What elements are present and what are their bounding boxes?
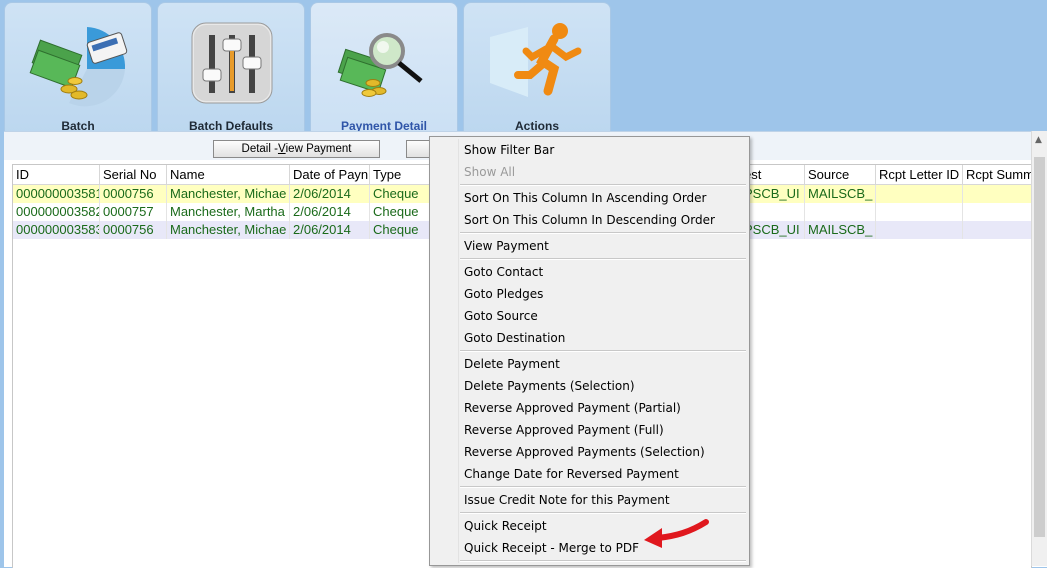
menu-item-show-filter-bar[interactable]: Show Filter Bar <box>464 139 554 161</box>
cell-rcpt-summ <box>963 221 1031 239</box>
menu-separator <box>460 486 746 488</box>
payment-search-icon <box>337 33 423 97</box>
menu-item-delete-payment[interactable]: Delete Payment <box>464 353 560 375</box>
menu-separator <box>460 350 746 352</box>
cell-destination: PSCB_UI <box>744 185 805 203</box>
cell-date: 2/06/2014 <box>290 221 370 239</box>
menu-item-show-all: Show All <box>464 165 516 179</box>
cell-type: Cheque <box>370 185 430 203</box>
cell-source: MAILSCB_ <box>805 221 876 239</box>
menu-separator <box>460 232 746 234</box>
menu-item-view-payment[interactable]: View Payment <box>464 235 549 257</box>
menu-item-sort-on-this-column-in-descending-order[interactable]: Sort On This Column In Descending Order <box>464 209 715 231</box>
cell-type: Cheque <box>370 203 430 221</box>
cell-date: 2/06/2014 <box>290 185 370 203</box>
menu-separator <box>460 184 746 186</box>
cell-rcpt-summ <box>963 203 1031 221</box>
menu-item-goto-pledges[interactable]: Goto Pledges <box>464 283 543 305</box>
cell-id: 000000003583 <box>13 221 100 239</box>
cell-id: 000000003581 <box>13 185 100 203</box>
vertical-scrollbar[interactable]: ▲ <box>1031 131 1047 566</box>
cell-destination <box>744 203 805 221</box>
menu-item-goto-source[interactable]: Goto Source <box>464 305 538 327</box>
running-man-icon <box>490 23 582 97</box>
context-menu: Show Filter Bar Show All Sort On This Colu… <box>429 136 750 566</box>
menu-item-reverse-approved-payment-full[interactable]: Reverse Approved Payment (Full) <box>464 419 664 441</box>
cell-id: 000000003582 <box>13 203 100 221</box>
button-label-accelerator: V <box>277 143 286 155</box>
column-header-source[interactable]: Source <box>805 165 876 184</box>
cell-rcpt-summ <box>963 185 1031 203</box>
tab-batch[interactable]: Batch <box>4 2 152 133</box>
menu-item-issue-credit-note-for-this-payment[interactable]: Issue Credit Note for this Payment <box>464 489 670 511</box>
menu-item-delete-payments-selection[interactable]: Delete Payments (Selection) <box>464 375 635 397</box>
sliders-icon <box>191 22 273 104</box>
cell-rcpt-letter-id <box>876 185 963 203</box>
menu-item-sort-on-this-column-in-ascending-order[interactable]: Sort On This Column In Ascending Order <box>464 187 706 209</box>
column-header-id[interactable]: ID <box>13 165 100 184</box>
cell-serial: 0000757 <box>100 203 167 221</box>
cell-destination: PSCB_UI <box>744 221 805 239</box>
menu-gutter <box>458 139 459 563</box>
scroll-up-icon[interactable]: ▲ <box>1035 135 1042 145</box>
detail-view-payment-button[interactable]: Detail - View Payment <box>213 140 380 158</box>
menu-item-quick-receipt[interactable]: Quick Receipt <box>464 515 547 537</box>
button-label-prefix: Detail - <box>241 143 278 155</box>
cell-rcpt-letter-id <box>876 221 963 239</box>
menu-separator <box>460 560 746 562</box>
batch-icon <box>29 27 128 107</box>
cell-type: Cheque <box>370 221 430 239</box>
cell-serial: 0000756 <box>100 221 167 239</box>
scrollbar-thumb[interactable] <box>1034 157 1045 537</box>
ribbon-tab-bar: Batch Batch Defaults Payment Detail Acti… <box>0 0 1047 133</box>
column-header-serial-no[interactable]: Serial No <box>100 165 167 184</box>
cell-name: Manchester, Martha <box>167 203 290 221</box>
column-header-rcpt-summ[interactable]: Rcpt Summ <box>963 165 1031 184</box>
tab-payment-detail[interactable]: Payment Detail <box>310 2 458 133</box>
cell-date: 2/06/2014 <box>290 203 370 221</box>
column-header-date[interactable]: Date of Payn <box>290 165 370 184</box>
column-header-destination[interactable]: est <box>744 165 805 184</box>
red-arrow-annotation <box>644 519 709 548</box>
cell-source <box>805 203 876 221</box>
tab-batch-defaults[interactable]: Batch Defaults <box>157 2 305 133</box>
menu-item-reverse-approved-payments-selection[interactable]: Reverse Approved Payments (Selection) <box>464 441 705 463</box>
cell-name: Manchester, Michae <box>167 185 290 203</box>
cell-serial: 0000756 <box>100 185 167 203</box>
menu-separator <box>460 258 746 260</box>
column-header-type[interactable]: Type <box>370 165 430 184</box>
cell-rcpt-letter-id <box>876 203 963 221</box>
menu-item-reverse-approved-payment-partial[interactable]: Reverse Approved Payment (Partial) <box>464 397 681 419</box>
menu-separator <box>460 512 746 514</box>
menu-item-goto-destination[interactable]: Goto Destination <box>464 327 565 349</box>
cell-name: Manchester, Michae <box>167 221 290 239</box>
cell-source: MAILSCB_ <box>805 185 876 203</box>
tab-actions[interactable]: Actions <box>463 2 611 133</box>
column-header-name[interactable]: Name <box>167 165 290 184</box>
column-header-rcpt-letter-id[interactable]: Rcpt Letter ID <box>876 165 963 184</box>
button-label-rest: iew Payment <box>285 143 352 155</box>
menu-item-quick-receipt-merge-to-pdf[interactable]: Quick Receipt - Merge to PDF <box>464 537 639 559</box>
menu-item-change-date-for-reversed-payment[interactable]: Change Date for Reversed Payment <box>464 463 679 485</box>
menu-item-goto-contact[interactable]: Goto Contact <box>464 261 543 283</box>
